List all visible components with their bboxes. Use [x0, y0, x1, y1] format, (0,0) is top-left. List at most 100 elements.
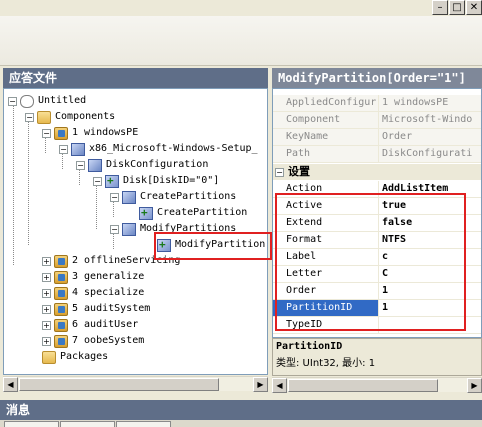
tree-node-generalize[interactable]: + 3 generalize	[42, 269, 144, 285]
answer-file-header: 应答文件	[3, 68, 268, 88]
expand-icon[interactable]: +	[42, 256, 51, 266]
tree-node-specialize[interactable]: + 4 specialize	[42, 285, 144, 301]
properties-grid[interactable]: AppliedConfigur 1 windowsPE Component Mi…	[272, 88, 482, 338]
property-value: AddListItem	[382, 183, 449, 194]
folder-icon	[37, 110, 51, 124]
tree-node-label: Packages	[60, 351, 109, 362]
collapse-icon[interactable]: −	[42, 128, 51, 138]
scroll-thumb[interactable]	[288, 379, 438, 392]
property-row-format[interactable]: Format NTFS	[273, 232, 481, 249]
collapse-icon[interactable]: −	[110, 224, 119, 234]
property-name: AppliedConfigur	[273, 95, 379, 111]
pass-icon	[54, 126, 68, 140]
collapse-icon[interactable]: −	[76, 160, 85, 170]
tree-node-setup-component[interactable]: − x86_Microsoft-Windows-Setup_	[59, 141, 258, 157]
scroll-right-arrow-icon[interactable]: ▶	[467, 378, 482, 393]
property-value[interactable]: c	[379, 249, 481, 265]
collapse-icon[interactable]: −	[93, 176, 102, 186]
expand-icon[interactable]: +	[42, 288, 51, 298]
messages-tab[interactable]	[4, 421, 59, 427]
setting-icon	[157, 237, 171, 253]
tree-node-label: 7 oobeSystem	[72, 335, 145, 346]
tree-node-label: x86_Microsoft-Windows-Setup_	[89, 143, 258, 154]
collapse-icon[interactable]: −	[275, 168, 284, 177]
property-row-extend[interactable]: Extend false	[273, 215, 481, 232]
property-value[interactable]: C	[379, 266, 481, 282]
close-button[interactable]: ✕	[466, 0, 482, 15]
tree-node-createpartition[interactable]: CreatePartition	[139, 205, 247, 221]
property-row-action[interactable]: Action AddListItem	[273, 181, 481, 198]
property-value[interactable]: 1	[379, 300, 481, 316]
minimize-button[interactable]: –	[432, 0, 448, 15]
tree-node-label: CreatePartition	[157, 207, 248, 218]
tree-node-disk[interactable]: − Disk[DiskID="0"]	[93, 173, 219, 189]
maximize-button[interactable]: □	[449, 0, 465, 15]
collapse-icon[interactable]: −	[25, 112, 34, 122]
expand-icon[interactable]: +	[42, 304, 51, 314]
tree-node-untitled[interactable]: − Untitled	[8, 93, 86, 109]
tree-node-oobesystem[interactable]: + 7 oobeSystem	[42, 333, 144, 349]
expand-icon[interactable]: +	[42, 272, 51, 282]
scroll-thumb[interactable]	[19, 378, 219, 391]
property-name: Action	[273, 181, 379, 197]
messages-tab[interactable]	[60, 421, 115, 427]
property-value[interactable]	[379, 317, 481, 333]
tree-node-label: ModifyPartition	[175, 239, 266, 250]
tree-node-components[interactable]: − Components	[25, 109, 115, 125]
property-row-component[interactable]: Component Microsoft-Windo	[273, 112, 481, 129]
collapse-icon[interactable]: −	[59, 144, 68, 154]
component-icon	[88, 158, 102, 172]
property-value[interactable]: false	[379, 215, 481, 231]
scroll-left-arrow-icon[interactable]: ◀	[272, 378, 287, 393]
tree-node-windowspe[interactable]: − 1 windowsPE	[42, 125, 138, 141]
tree-node-audituser[interactable]: + 6 auditUser	[42, 317, 138, 333]
scroll-right-arrow-icon[interactable]: ▶	[253, 377, 268, 392]
tree-node-createpartitions[interactable]: − CreatePartitions	[110, 189, 236, 205]
tree-node-label: 3 generalize	[72, 271, 145, 282]
window-controls: – □ ✕	[431, 0, 482, 16]
expand-icon[interactable]: +	[42, 336, 51, 346]
tree-horizontal-scrollbar[interactable]: ◀ ▶	[3, 376, 268, 392]
collapse-icon[interactable]: −	[8, 96, 17, 106]
property-row-order[interactable]: Order 1	[273, 283, 481, 300]
tree-node-modifypartition[interactable]: ModifyPartition	[157, 237, 265, 253]
property-row-letter[interactable]: Letter C	[273, 266, 481, 283]
settings-category[interactable]: − 设置	[273, 164, 481, 180]
properties-horizontal-scrollbar[interactable]: ◀ ▶	[272, 377, 482, 393]
scroll-left-arrow-icon[interactable]: ◀	[3, 377, 18, 392]
property-value[interactable]: 1	[379, 283, 481, 299]
pass-icon	[54, 302, 68, 316]
property-description: PartitionID 类型: UInt32, 最小: 1	[272, 338, 482, 376]
property-value: Order	[379, 129, 481, 145]
tree-connector	[96, 185, 97, 229]
tree-node-packages[interactable]: Packages	[42, 349, 108, 365]
property-row-active[interactable]: Active true	[273, 198, 481, 215]
property-name: PartitionID	[273, 300, 379, 316]
tree-node-diskconfiguration[interactable]: − DiskConfiguration	[76, 157, 208, 173]
pass-icon	[54, 270, 68, 284]
tree-node-auditsystem[interactable]: + 5 auditSystem	[42, 301, 150, 317]
collapse-icon[interactable]: −	[110, 192, 119, 202]
property-value[interactable]: NTFS	[379, 232, 481, 248]
answer-file-tree[interactable]: − Untitled − Components − 1 windowsPE − …	[3, 88, 268, 375]
property-row-keyname[interactable]: KeyName Order	[273, 129, 481, 146]
property-row-partitionid[interactable]: PartitionID 1	[273, 300, 481, 317]
messages-tabs	[0, 420, 482, 427]
expand-icon[interactable]: +	[42, 320, 51, 330]
property-row-typeid[interactable]: TypeID	[273, 317, 481, 334]
messages-tab[interactable]	[116, 421, 171, 427]
setting-icon	[105, 173, 119, 189]
tree-node-modifypartitions[interactable]: − ModifyPartitions	[110, 221, 236, 237]
property-row-label[interactable]: Label c	[273, 249, 481, 266]
description-text: 类型: UInt32, 最小: 1	[276, 358, 376, 369]
property-name: Label	[273, 249, 379, 265]
tree-node-label: Components	[55, 111, 116, 122]
tree-node-label: DiskConfiguration	[106, 159, 209, 170]
pass-icon	[54, 254, 68, 268]
property-row-path[interactable]: Path DiskConfigurati	[273, 146, 481, 163]
property-value[interactable]: true	[379, 198, 481, 214]
component-icon	[71, 142, 85, 156]
property-name: Letter	[273, 266, 379, 282]
property-row-appliedconfiguration[interactable]: AppliedConfigur 1 windowsPE	[273, 95, 481, 112]
tree-node-offlineservicing[interactable]: + 2 offlineServicing	[42, 253, 180, 269]
